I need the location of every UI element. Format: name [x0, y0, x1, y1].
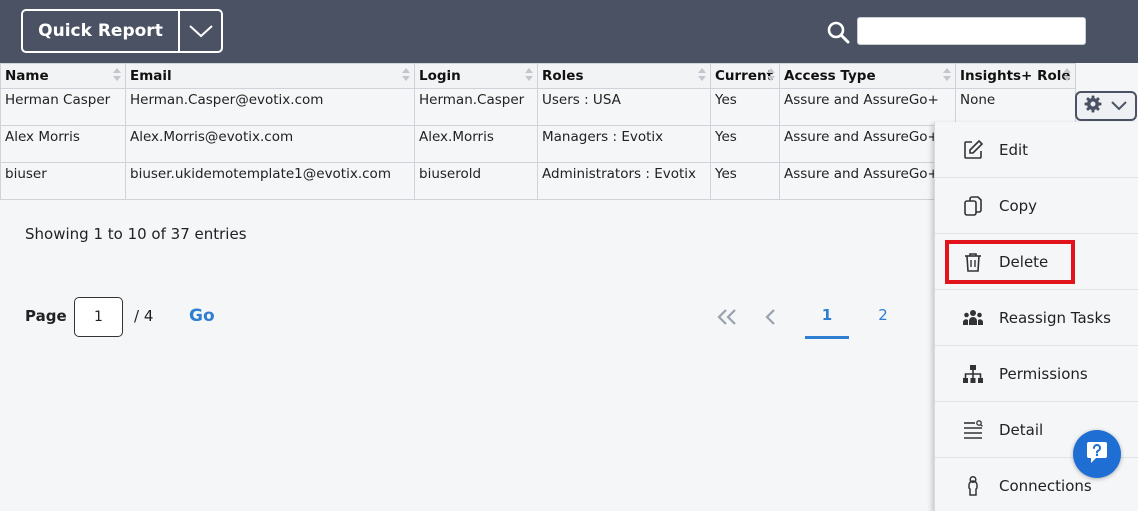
previous-page-icon[interactable]	[763, 307, 777, 327]
cell-name: biuser	[0, 162, 126, 200]
table-row[interactable]: biuser biuser.ukidemotemplate1@evotix.co…	[0, 162, 1076, 200]
chevron-down-icon	[1110, 97, 1128, 116]
list-detail-icon	[962, 419, 984, 441]
cell-current: Yes	[710, 88, 780, 126]
copy-icon	[962, 195, 984, 217]
go-button[interactable]: Go	[189, 306, 215, 326]
cell-current: Yes	[710, 125, 780, 163]
hierarchy-icon	[962, 363, 984, 385]
search-input[interactable]	[857, 17, 1086, 45]
top-toolbar: Quick Report	[0, 0, 1138, 63]
cell-roles: Managers : Evotix	[537, 125, 711, 163]
menu-item-label: Reassign Tasks	[999, 308, 1111, 327]
edit-icon	[962, 139, 984, 161]
page-label: Page	[25, 307, 67, 325]
person-icon	[962, 475, 984, 497]
table-row[interactable]: Herman Casper Herman.Casper@evotix.com H…	[0, 88, 1076, 126]
search-icon[interactable]	[826, 20, 850, 44]
row-actions-button[interactable]	[1075, 91, 1137, 121]
cell-access-type: Assure and AssureGo+	[779, 162, 956, 200]
table-row[interactable]: Alex Morris Alex.Morris@evotix.com Alex.…	[0, 125, 1076, 163]
cell-login: Alex.Morris	[414, 125, 538, 163]
column-header-current[interactable]: Current	[710, 63, 780, 89]
active-page-indicator	[805, 336, 849, 339]
help-chat-button[interactable]	[1073, 430, 1121, 478]
cell-access-type: Assure and AssureGo+	[779, 88, 956, 126]
sort-icon[interactable]	[113, 67, 121, 83]
menu-item-reassign-tasks[interactable]: Reassign Tasks	[935, 290, 1138, 346]
users-table: Name Email Login Roles Current Access Ty…	[0, 63, 1076, 200]
first-page-icon[interactable]	[715, 307, 739, 327]
entries-info: Showing 1 to 10 of 37 entries	[25, 225, 247, 243]
page-total: / 4	[134, 307, 154, 325]
page-2-button[interactable]: 2	[868, 306, 898, 324]
sort-icon[interactable]	[402, 67, 410, 83]
page-1-button[interactable]: 1	[805, 306, 849, 324]
cell-access-type: Assure and AssureGo+	[779, 125, 956, 163]
column-header-access-type[interactable]: Access Type	[779, 63, 956, 89]
menu-item-label: Copy	[999, 196, 1038, 215]
sort-icon[interactable]	[698, 67, 706, 83]
delete-highlight-box	[945, 240, 1075, 284]
menu-item-label: Detail	[999, 420, 1044, 439]
sort-icon[interactable]	[767, 67, 775, 83]
cell-login: biuserold	[414, 162, 538, 200]
column-header-name[interactable]: Name	[0, 63, 126, 89]
sort-icon[interactable]	[1062, 67, 1071, 83]
cell-insights-role: None	[955, 88, 1076, 126]
cell-name: Alex Morris	[0, 125, 126, 163]
menu-item-edit[interactable]: Edit	[935, 122, 1138, 178]
menu-item-label: Connections	[999, 477, 1092, 495]
column-header-login[interactable]: Login	[414, 63, 538, 89]
sort-icon[interactable]	[943, 67, 951, 83]
cell-current: Yes	[710, 162, 780, 200]
quick-report-label[interactable]: Quick Report	[23, 11, 180, 51]
gear-icon	[1084, 95, 1102, 117]
column-header-insights-role[interactable]: Insights+ Role	[955, 63, 1076, 89]
sort-icon[interactable]	[525, 67, 533, 83]
cell-name: Herman Casper	[0, 88, 126, 126]
help-icon	[1083, 438, 1111, 470]
menu-item-copy[interactable]: Copy	[935, 178, 1138, 234]
column-header-email[interactable]: Email	[125, 63, 415, 89]
cell-login: Herman.Casper	[414, 88, 538, 126]
quick-report-button[interactable]: Quick Report	[21, 9, 223, 53]
menu-item-label: Edit	[999, 140, 1029, 159]
cell-roles: Administrators : Evotix	[537, 162, 711, 200]
cell-email: biuser.ukidemotemplate1@evotix.com	[125, 162, 415, 200]
cell-roles: Users : USA	[537, 88, 711, 126]
cell-email: Herman.Casper@evotix.com	[125, 88, 415, 126]
users-icon	[962, 307, 984, 329]
menu-item-permissions[interactable]: Permissions	[935, 346, 1138, 402]
column-header-roles[interactable]: Roles	[537, 63, 711, 89]
table-header-row: Name Email Login Roles Current Access Ty…	[0, 63, 1076, 89]
page-number-input[interactable]: 1	[74, 297, 123, 337]
chevron-down-icon[interactable]	[180, 11, 221, 51]
cell-email: Alex.Morris@evotix.com	[125, 125, 415, 163]
menu-item-label: Permissions	[999, 364, 1088, 383]
